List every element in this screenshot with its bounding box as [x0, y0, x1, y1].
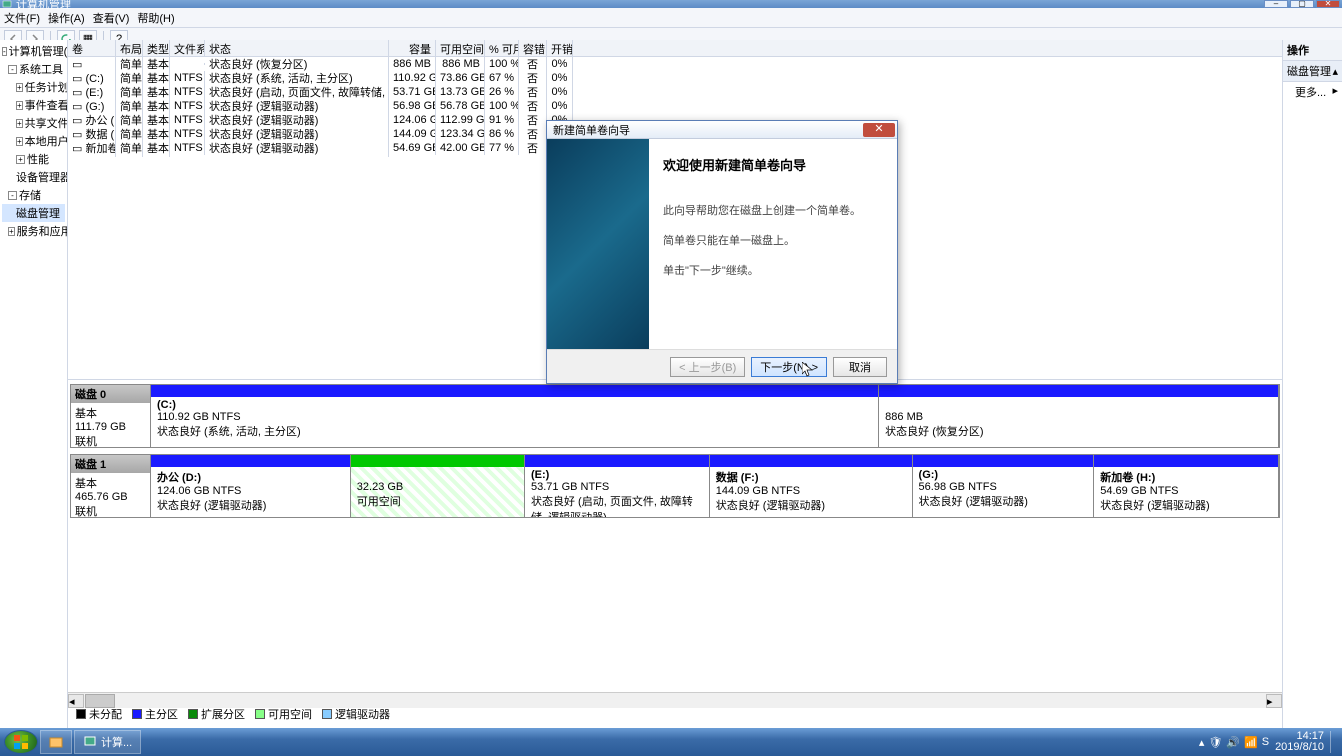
taskbar: 计算... ▴ 🛡 🔊 📶 S 14:17 2019/8/10: [0, 728, 1342, 756]
col-filesystem[interactable]: 文件系统: [170, 40, 205, 56]
disk-1-partition-e[interactable]: (E:) 53.71 GB NTFS 状态良好 (启动, 页面文件, 故障转储,…: [525, 455, 710, 517]
menu-bar: 文件(F) 操作(A) 查看(V) 帮助(H): [0, 8, 1342, 28]
app-icon: [2, 0, 12, 8]
disk-1-row: 磁盘 1 基本 465.76 GB 联机 办公 (D:) 124.06 GB N…: [70, 454, 1280, 518]
col-layout[interactable]: 布局: [116, 40, 143, 56]
disk-1-free-space[interactable]: 32.23 GB 可用空间: [351, 455, 525, 517]
wizard-next-button[interactable]: 下一步(N) >: [751, 357, 827, 377]
chevron-up-icon: ▴: [1332, 65, 1338, 78]
disk-1-info[interactable]: 磁盘 1 基本 465.76 GB 联机: [71, 455, 151, 517]
disk-1-label: 磁盘 1: [71, 455, 150, 473]
col-type[interactable]: 类型: [143, 40, 170, 56]
tray-up-icon[interactable]: ▴: [1199, 736, 1205, 749]
tray-sound-icon[interactable]: 🔊: [1226, 736, 1240, 749]
disk-1-state: 联机: [75, 503, 146, 519]
tree-event-viewer[interactable]: +事件查看器: [2, 96, 65, 114]
wizard-title: 新建简单卷向导: [553, 122, 630, 138]
tray-shield-icon[interactable]: 🛡: [1208, 736, 1222, 749]
new-simple-volume-wizard: 新建简单卷向导 ✕ 欢迎使用新建简单卷向导 此向导帮助您在磁盘上创建一个简单卷。…: [546, 120, 898, 384]
disk-1-partition-g[interactable]: (G:) 56.98 GB NTFS 状态良好 (逻辑驱动器): [913, 455, 1095, 517]
col-free[interactable]: 可用空间: [436, 40, 485, 56]
col-fault[interactable]: 容错: [519, 40, 547, 56]
wizard-text-2: 简单卷只能在单一磁盘上。: [663, 232, 883, 248]
tree-services-apps[interactable]: +服务和应用程: [2, 222, 65, 240]
tray-ime-icon[interactable]: S: [1262, 736, 1269, 748]
start-button[interactable]: [4, 730, 38, 754]
taskbar-clock[interactable]: 14:17 2019/8/10: [1275, 731, 1324, 753]
tree-disk-management[interactable]: 磁盘管理: [2, 204, 65, 222]
disk-0-label: 磁盘 0: [71, 385, 150, 403]
taskbar-explorer[interactable]: [40, 730, 72, 754]
disk-0-size: 111.79 GB: [75, 421, 146, 433]
actions-more[interactable]: 更多... ▸: [1283, 82, 1342, 102]
col-pctfree[interactable]: % 可用: [485, 40, 519, 56]
menu-file[interactable]: 文件(F): [4, 10, 40, 26]
disk-0-type: 基本: [75, 405, 146, 421]
wizard-back-button: < 上一步(B): [670, 357, 745, 377]
wizard-sidebar-image: [547, 139, 649, 349]
chevron-right-icon: ▸: [1332, 84, 1338, 97]
menu-view[interactable]: 查看(V): [93, 10, 130, 26]
disk-1-partition-f[interactable]: 数据 (F:) 144.09 GB NTFS 状态良好 (逻辑驱动器): [710, 455, 913, 517]
cursor-icon: [802, 362, 814, 378]
tree-shared-folders[interactable]: +共享文件夹: [2, 114, 65, 132]
tree-task-scheduler[interactable]: +任务计划程: [2, 78, 65, 96]
disk-1-partition-d[interactable]: 办公 (D:) 124.06 GB NTFS 状态良好 (逻辑驱动器): [151, 455, 351, 517]
disk-legend: 未分配 主分区 扩展分区 可用空间 逻辑驱动器: [68, 704, 1282, 724]
disk-0-row: 磁盘 0 基本 111.79 GB 联机 (C:) 110.92 GB NTFS…: [70, 384, 1280, 448]
col-overhead[interactable]: 开销: [547, 40, 573, 56]
disk-1-size: 465.76 GB: [75, 491, 146, 503]
wizard-text-3: 单击"下一步"继续。: [663, 262, 883, 278]
close-button[interactable]: ✕: [1316, 0, 1340, 8]
col-capacity[interactable]: 容量: [389, 40, 436, 56]
wizard-heading: 欢迎使用新建简单卷向导: [663, 155, 883, 174]
tray-network-icon[interactable]: 📶: [1244, 736, 1258, 749]
disk-1-partition-h[interactable]: 新加卷 (H:) 54.69 GB NTFS 状态良好 (逻辑驱动器): [1094, 455, 1279, 517]
disk-graphic-panel: 磁盘 0 基本 111.79 GB 联机 (C:) 110.92 GB NTFS…: [68, 380, 1282, 692]
disk-1-type: 基本: [75, 475, 146, 491]
taskbar-app-compmgmt[interactable]: 计算...: [74, 730, 141, 754]
wizard-close-button[interactable]: ✕: [863, 123, 895, 137]
actions-pane: 操作 磁盘管理 ▴ 更多... ▸: [1282, 40, 1342, 728]
minimize-button[interactable]: –: [1264, 0, 1288, 8]
col-status[interactable]: 状态: [205, 40, 389, 56]
actions-diskmgmt[interactable]: 磁盘管理 ▴: [1283, 61, 1342, 82]
disk-0-partition-recovery[interactable]: 886 MB 状态良好 (恢复分区): [879, 385, 1279, 447]
tree-storage[interactable]: -存储: [2, 186, 65, 204]
disk-0-partition-c[interactable]: (C:) 110.92 GB NTFS 状态良好 (系统, 活动, 主分区): [151, 385, 879, 447]
disk-0-info[interactable]: 磁盘 0 基本 111.79 GB 联机: [71, 385, 151, 447]
tree-device-manager[interactable]: 设备管理器: [2, 168, 65, 186]
window-titlebar: 计算机管理 – ▢ ✕: [0, 0, 1342, 8]
show-desktop-button[interactable]: [1330, 731, 1338, 753]
wizard-titlebar[interactable]: 新建简单卷向导 ✕: [547, 121, 897, 139]
folder-icon: [49, 735, 63, 749]
tree-system-tools[interactable]: -系统工具: [2, 60, 65, 78]
maximize-button[interactable]: ▢: [1290, 0, 1314, 8]
tree-local-users[interactable]: +本地用户和: [2, 132, 65, 150]
menu-action[interactable]: 操作(A): [48, 10, 85, 26]
tree-performance[interactable]: +性能: [2, 150, 65, 168]
actions-header: 操作: [1283, 40, 1342, 61]
disk-0-state: 联机: [75, 433, 146, 449]
wizard-cancel-button[interactable]: 取消: [833, 357, 887, 377]
col-volume[interactable]: 卷: [68, 40, 116, 56]
nav-tree: -计算机管理(本 -系统工具 +任务计划程 +事件查看器 +共享文件夹 +本地用…: [0, 40, 68, 728]
system-tray[interactable]: ▴ 🛡 🔊 📶 S: [1199, 736, 1269, 749]
wizard-text-1: 此向导帮助您在磁盘上创建一个简单卷。: [663, 202, 883, 218]
menu-help[interactable]: 帮助(H): [137, 10, 174, 26]
tree-root[interactable]: -计算机管理(本: [2, 42, 65, 60]
compmgmt-icon: [83, 735, 97, 749]
